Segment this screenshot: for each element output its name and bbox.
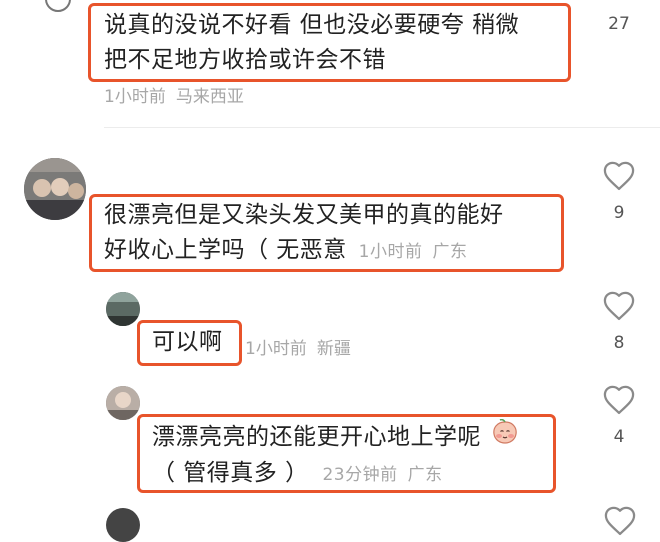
comment-location: 马来西亚: [175, 87, 244, 107]
avatar[interactable]: [45, 0, 71, 12]
comment-line: 说真的没说不好看 但也没必要硬夸 稍微: [104, 12, 520, 38]
avatar[interactable]: [24, 158, 86, 220]
comment-text[interactable]: 可以啊: [152, 325, 223, 360]
heart-outline-icon: [603, 385, 635, 415]
comment-location: 广东: [432, 242, 468, 262]
heart-outline-icon: [603, 161, 635, 191]
comment-time: 1小时前: [358, 242, 423, 262]
heart-outline-icon: [603, 291, 635, 321]
comment-location: 广东: [407, 465, 443, 485]
comment-text[interactable]: 很漂亮但是又染头发又美甲的真的能好 好收心上学吗（ 无恶意 1小时前 广东: [104, 198, 504, 270]
like-button[interactable]: 9: [601, 160, 637, 223]
comment-time: 1小时前: [104, 87, 166, 107]
like-count: 4: [613, 427, 625, 447]
avatar-image: [24, 158, 86, 220]
comment-line: （ 管得真多 ）: [152, 460, 309, 486]
comment-time: 1小时前: [245, 339, 307, 359]
comment-meta: 1小时前 新疆: [245, 334, 351, 359]
avatar[interactable]: [106, 292, 140, 326]
comment-text[interactable]: 漂漂亮亮的还能更开心地上学呢 （ 管得真多 ） 23分钟前 广东: [152, 418, 519, 493]
comment-line: 把不足地方收拾或许会不错: [104, 47, 386, 73]
comment-text[interactable]: 说真的没说不好看 但也没必要硬夸 稍微 把不足地方收拾或许会不错: [104, 8, 519, 78]
peach-face-emoji-icon: [491, 418, 519, 456]
comment-location: 新疆: [316, 339, 351, 359]
divider: [104, 127, 660, 128]
like-button[interactable]: 8: [601, 290, 637, 353]
like-count: 8: [613, 333, 625, 353]
avatar-image: [106, 292, 140, 326]
comment-line: 好收心上学吗（ 无恶意: [104, 237, 347, 263]
avatar-image: [106, 386, 140, 420]
comment-meta: 1小时前 马来西亚: [104, 82, 244, 107]
comment-line: 很漂亮但是又染头发又美甲的真的能好: [104, 202, 504, 228]
like-button[interactable]: 27: [601, 14, 637, 34]
heart-outline-icon[interactable]: [603, 505, 637, 540]
comment-line: 漂漂亮亮的还能更开心地上学呢: [152, 424, 481, 450]
like-count: 9: [613, 203, 625, 223]
comment-time: 23分钟前: [322, 465, 398, 485]
comment-line: 可以啊: [152, 329, 223, 355]
avatar[interactable]: [106, 386, 140, 420]
avatar[interactable]: [106, 508, 140, 542]
like-button[interactable]: 4: [601, 384, 637, 447]
like-count: 27: [608, 14, 630, 34]
